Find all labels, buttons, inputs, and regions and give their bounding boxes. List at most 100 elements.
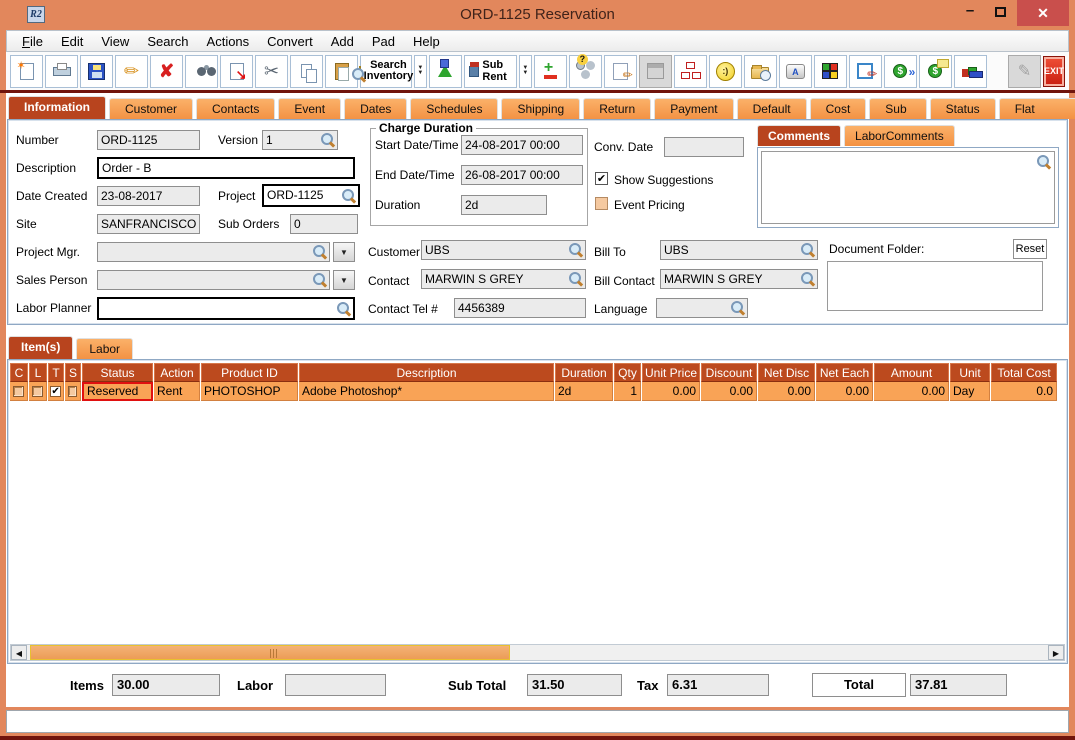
sales-person-field[interactable] [97,270,330,290]
t-checkbox[interactable]: ✔ [50,386,60,397]
tab-default[interactable]: Default [737,98,807,119]
availability-button[interactable]: ? [569,55,602,88]
col-action[interactable]: Action [154,363,200,382]
search-inventory-button[interactable]: SearchInventory [360,55,412,88]
bill-contact-field[interactable]: MARWIN S GREY [660,269,818,289]
event-pricing-checkbox[interactable] [595,197,608,210]
sub-orders-field[interactable]: 0 [290,214,358,234]
table-row[interactable]: ✔ Reserved Rent PHOTOSHOP Adobe Photosho… [10,382,1065,401]
menu-actions[interactable]: Actions [198,32,259,51]
sub-total-field[interactable]: 31.50 [527,674,622,696]
tab-cost[interactable]: Cost [810,98,867,119]
number-field[interactable]: ORD-1125 [97,130,200,150]
tab-sub-total[interactable]: Sub Total [869,98,926,119]
comments-textarea[interactable] [761,151,1055,224]
save-button[interactable] [80,55,113,88]
c-checkbox[interactable] [13,386,24,397]
status-cell[interactable]: Reserved [82,382,153,401]
col-qty[interactable]: Qty [614,363,641,382]
qty-cell[interactable]: 1 [614,382,641,401]
sales-person-dropdown[interactable]: ▼ [333,270,355,290]
col-amount[interactable]: Amount [874,363,949,382]
row-l-cell[interactable] [29,382,47,401]
menu-file[interactable]: File [13,32,52,51]
end-date-field[interactable]: 26-08-2017 00:00 [461,165,583,185]
project-mgr-field[interactable] [97,242,330,262]
close-button[interactable]: ✕ [1017,0,1069,26]
col-unit[interactable]: Unit [950,363,990,382]
search-inventory-dropdown[interactable]: ▼▼ [414,55,427,88]
tab-labor[interactable]: Labor [76,338,133,359]
tab-status[interactable]: Status [930,98,996,119]
project-mgr-dropdown[interactable]: ▼ [333,242,355,262]
s-checkbox[interactable] [68,386,77,397]
start-date-field[interactable]: 24-08-2017 00:00 [461,135,583,155]
col-net-each[interactable]: Net Each [816,363,873,382]
quick-invoice-button[interactable]: $» [884,55,917,88]
conv-date-field[interactable] [664,137,744,157]
new-document-button[interactable]: ✶ [10,55,43,88]
edit-order-button[interactable]: ✏ [849,55,882,88]
shortcut-key-button[interactable]: A [779,55,812,88]
col-t[interactable]: T [48,363,64,382]
minimize-button[interactable]: – [957,0,983,26]
org-chart-button[interactable] [674,55,707,88]
unit-cell[interactable]: Day [950,382,990,401]
row-t-cell[interactable]: ✔ [48,382,64,401]
tab-information[interactable]: Information [8,96,106,119]
sales-person-search-icon[interactable] [313,273,327,287]
customer-search-icon[interactable] [569,243,583,257]
duration-field[interactable]: 2d [461,195,547,215]
cut-button[interactable]: ✂ [255,55,288,88]
history-folder-button[interactable] [744,55,777,88]
shipping-button[interactable] [954,55,987,88]
col-unit-price[interactable]: Unit Price [642,363,700,382]
version-field[interactable]: 1 [262,130,338,150]
action-cell[interactable]: Rent [154,382,200,401]
tab-customer[interactable]: Customer [109,98,193,119]
tab-comments[interactable]: Comments [757,125,841,146]
col-duration[interactable]: Duration [555,363,613,382]
date-created-field[interactable]: 23-08-2017 [97,186,200,206]
scroll-right-arrow[interactable]: ▶ [1048,645,1064,660]
tab-event[interactable]: Event [278,98,341,119]
tab-return[interactable]: Return [583,98,651,119]
version-search-icon[interactable] [321,133,335,147]
description-field[interactable]: Order - B [97,157,355,179]
tab-flat-discounts[interactable]: Flat Discounts [999,98,1075,119]
show-suggestions-checkbox[interactable]: ✔ [595,172,608,185]
tab-items[interactable]: Item(s) [8,336,73,359]
tax-field[interactable]: 6.31 [667,674,769,696]
col-c[interactable]: C [10,363,28,382]
horizontal-scrollbar[interactable]: ◀ ▶ [10,644,1065,661]
menu-search[interactable]: Search [138,32,197,51]
labor-planner-search-icon[interactable] [337,302,351,316]
labor-planner-field[interactable] [97,297,355,320]
menu-edit[interactable]: Edit [52,32,92,51]
net-each-cell[interactable]: 0.00 [816,382,873,401]
amount-cell[interactable]: 0.00 [874,382,949,401]
col-net-disc[interactable]: Net Disc [758,363,815,382]
col-discount[interactable]: Discount [701,363,757,382]
bill-contact-search-icon[interactable] [801,272,815,286]
menu-add[interactable]: Add [322,32,363,51]
sub-rent-button[interactable]: Sub Rent [464,55,517,88]
labor-total-field[interactable] [285,674,386,696]
col-l[interactable]: L [29,363,47,382]
contact-field[interactable]: MARWIN S GREY [421,269,586,289]
l-checkbox[interactable] [32,386,43,397]
col-status[interactable]: Status [82,363,153,382]
duration-cell[interactable]: 2d [555,382,613,401]
contact-search-icon[interactable] [569,272,583,286]
unit-price-cell[interactable]: 0.00 [642,382,700,401]
scroll-left-arrow[interactable]: ◀ [11,645,27,660]
col-s[interactable]: S [65,363,81,382]
tab-schedules[interactable]: Schedules [410,98,498,119]
col-product-id[interactable]: Product ID [201,363,298,382]
menu-convert[interactable]: Convert [258,32,322,51]
col-total-cost[interactable]: Total Cost [991,363,1057,382]
billing-note-button[interactable]: $ [919,55,952,88]
notes-button[interactable]: ✏ [604,55,637,88]
add-remove-line-button[interactable]: + [534,55,567,88]
scrollbar-thumb[interactable] [30,645,510,660]
